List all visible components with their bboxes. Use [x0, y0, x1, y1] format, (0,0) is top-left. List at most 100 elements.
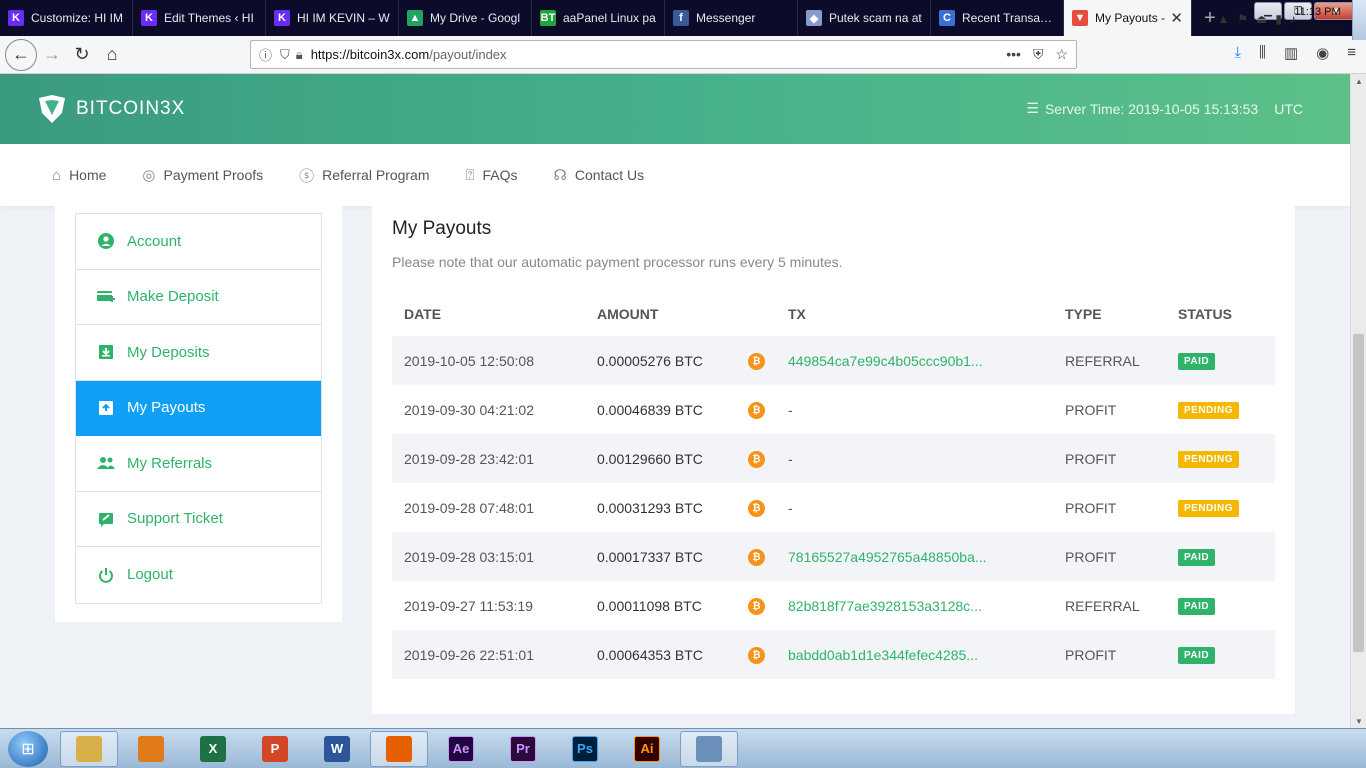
sidebar-item-my-payouts[interactable]: My Payouts	[76, 380, 321, 436]
status-badge: PAID	[1178, 353, 1216, 370]
taskbar-app-button[interactable]	[370, 730, 428, 767]
cell-status: PAID	[1166, 532, 1275, 581]
bitcoin-icon: ₿	[748, 598, 765, 615]
arrow-left-icon: ←	[12, 44, 30, 64]
cell-amount: 0.00011098 BTC	[597, 597, 702, 614]
table-header-row: DATE AMOUNT TX TYPE STATUS	[392, 292, 1275, 336]
sidebar-item-logout[interactable]: Logout	[76, 547, 321, 603]
photo-viewer-icon	[696, 735, 722, 762]
taskbar-app-button[interactable]: P	[246, 731, 304, 767]
action-center-icon[interactable]: ⚑	[1237, 12, 1248, 26]
bitcoin-icon: ₿	[748, 549, 765, 566]
back-button[interactable]: ←	[5, 38, 37, 71]
sidebar-item-label: My Referrals	[127, 454, 213, 472]
usb-icon[interactable]: ⏏	[1256, 12, 1267, 26]
after-effects-icon: Ae	[448, 735, 474, 762]
home-icon: ⌂	[106, 44, 118, 64]
menu-item-faqs[interactable]: ⍰ FAQs	[466, 167, 518, 184]
headset-icon: ☊	[553, 167, 567, 184]
column-header-type: TYPE	[1065, 306, 1102, 322]
taskbar-app-button[interactable]: Ai	[618, 731, 676, 767]
tab-favicon-icon: K	[141, 10, 157, 26]
clock-date: 10/5/2019	[1293, 21, 1342, 33]
reload-button[interactable]: ↻	[67, 40, 97, 70]
home-button[interactable]: ⌂	[97, 40, 127, 70]
taskbar-app-button[interactable]: W	[308, 731, 366, 767]
user-circle-icon	[97, 232, 115, 250]
info-icon[interactable]: ⓘ	[259, 45, 272, 64]
browser-tab[interactable]: K HI IM KEVIN – W	[266, 0, 399, 36]
browser-tab[interactable]: ◆ Putek scam na at	[798, 0, 931, 36]
menu-item-label: Contact Us	[574, 167, 645, 183]
account-icon[interactable]: ◉	[1316, 44, 1329, 62]
column-header-amount: AMOUNT	[597, 306, 659, 322]
cell-coin: ₿	[736, 434, 776, 483]
tx-link[interactable]: 78165527a4952765a48850ba...	[788, 549, 987, 565]
network-icon[interactable]: ▮	[1275, 12, 1282, 26]
sidebar-item-make-deposit[interactable]: Make Deposit	[76, 270, 321, 325]
taskbar-app-button[interactable]	[680, 730, 738, 767]
browser-tab[interactable]: f Messenger	[665, 0, 798, 36]
server-icon: ☰	[1026, 100, 1039, 116]
scrollbar-thumb[interactable]	[1353, 334, 1364, 652]
sidebar-item-support-ticket[interactable]: Support Ticket	[76, 492, 321, 547]
tx-link[interactable]: 449854ca7e99c4b05ccc90b1...	[788, 353, 983, 369]
close-tab-icon[interactable]: ✕	[1170, 9, 1183, 27]
browser-tab[interactable]: ▼ My Payouts - ✕	[1064, 0, 1192, 36]
taskbar-app-button[interactable]	[122, 731, 180, 767]
taskbar-app-button[interactable]: Pr	[494, 731, 552, 767]
status-badge: PAID	[1178, 598, 1216, 615]
more-actions-icon[interactable]: •••	[1006, 46, 1021, 63]
url-bar[interactable]: ⓘ ⛉ 🔒︎ https://bitcoin3x.com/payout/inde…	[250, 40, 1077, 69]
browser-tab[interactable]: K Edit Themes ‹ HI	[133, 0, 266, 36]
menu-item-contact-us[interactable]: ☊ Contact Us	[554, 166, 645, 184]
show-desktop-button[interactable]	[1352, 0, 1366, 40]
download-icon[interactable]: ⤓	[1234, 44, 1241, 62]
page-scrollbar[interactable]: ▲ ▼	[1350, 74, 1366, 728]
scroll-up-icon[interactable]: ▲	[1351, 74, 1366, 88]
taskbar-app-button[interactable]	[60, 730, 118, 767]
tab-label: Recent Transactic	[962, 11, 1055, 25]
menu-item-label: FAQs	[482, 167, 518, 183]
start-button[interactable]: ⊞	[8, 730, 48, 767]
taskbar-app-button[interactable]: Ae	[432, 731, 490, 767]
shield-icon[interactable]: ⛉	[280, 47, 290, 63]
library-icon[interactable]: ⫼	[1259, 44, 1266, 62]
browser-tab[interactable]: C Recent Transactic	[931, 0, 1064, 36]
pocket-icon[interactable]: ⛨	[1033, 46, 1044, 63]
browser-tab[interactable]: BT aaPanel Linux pa	[532, 0, 665, 36]
tx-link[interactable]: 82b818f77ae3928153a3128c...	[788, 598, 982, 614]
cell-amount: 0.00005276 BTC	[585, 336, 736, 385]
bookmark-star-icon[interactable]: ☆	[1055, 46, 1068, 63]
tab-label: My Drive - Googl	[430, 11, 521, 25]
deposit-box-icon	[97, 343, 115, 361]
taskbar-app-button[interactable]: X	[184, 731, 242, 767]
browser-tab[interactable]: ▲ My Drive - Googl	[399, 0, 532, 36]
cell-amount: 0.00129660 BTC	[585, 434, 736, 483]
menu-item-payment-proofs[interactable]: ◎ Payment Proofs	[142, 166, 263, 184]
sidebar-toggle-icon[interactable]: ▥	[1284, 44, 1298, 62]
menu-item-home[interactable]: ⌂ Home	[52, 167, 106, 184]
firefox-icon	[386, 735, 412, 762]
taskbar-app-button[interactable]: Ps	[556, 731, 614, 767]
tab-label: Customize: HI IM	[31, 11, 124, 25]
cell-type: PROFIT	[1053, 532, 1166, 581]
cell-type: PROFIT	[1053, 630, 1166, 679]
url-host: https://bitcoin3x.com	[310, 47, 430, 62]
menu-icon[interactable]: ≡	[1347, 44, 1356, 62]
scroll-down-icon[interactable]: ▼	[1351, 714, 1366, 728]
sidebar-item-my-deposits[interactable]: My Deposits	[76, 325, 321, 381]
sidebar-item-account[interactable]: Account	[76, 214, 321, 270]
tray-expand-icon[interactable]: ▲	[1217, 12, 1229, 26]
browser-tab[interactable]: K Customize: HI IM	[0, 0, 133, 36]
bitcoin-icon: ₿	[748, 500, 765, 517]
premiere-icon: Pr	[510, 735, 536, 762]
cell-date: 2019-09-30 04:21:02	[404, 401, 534, 418]
taskbar-clock[interactable]: 11:13 PM 10/5/2019	[1293, 5, 1342, 35]
forward-button[interactable]: →	[37, 40, 67, 70]
sidebar-item-my-referrals[interactable]: My Referrals	[76, 436, 321, 492]
tx-link[interactable]: babdd0ab1d1e344fefec4285...	[788, 647, 978, 663]
cell-status: PENDING	[1166, 385, 1275, 434]
site-logo[interactable]: BITCOIN3X	[36, 93, 185, 125]
menu-item-referral-program[interactable]: ⓢ Referral Program	[299, 165, 429, 186]
